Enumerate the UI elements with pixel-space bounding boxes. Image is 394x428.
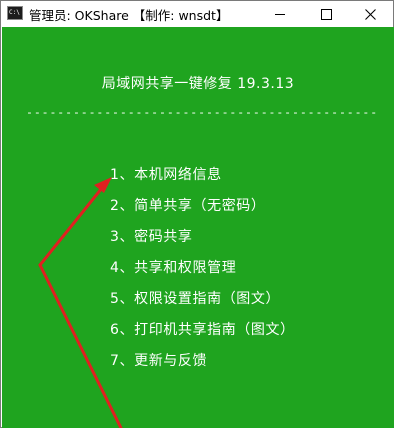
console-area[interactable]: 局域网共享一键修复 19.3.13 ----------------------…: [2, 27, 394, 428]
menu-item-network-info: 1、本机网络信息: [110, 167, 222, 183]
maximize-button[interactable]: [303, 1, 349, 27]
menu-item-permission-guide: 5、权限设置指南（图文）: [110, 291, 281, 307]
menu-item-printer-guide: 6、打印机共享指南（图文）: [110, 322, 295, 338]
menu-item-share-permissions: 4、共享和权限管理: [110, 260, 237, 276]
console-separator: ----------------------------------------…: [26, 105, 376, 119]
menu-item-password-share: 3、密码共享: [110, 229, 193, 245]
console-heading: 局域网共享一键修复 19.3.13: [101, 76, 295, 92]
console-app-icon[interactable]: C:\: [7, 6, 23, 20]
console-window: C:\ 管理员: OKShare 【制作: wnsdt】 局域网共享一键修复 1…: [0, 0, 394, 428]
maximize-icon: [320, 8, 332, 20]
window-title: 管理员: OKShare 【制作: wnsdt】: [29, 8, 229, 23]
minimize-icon: [275, 13, 285, 15]
close-icon: [364, 8, 376, 20]
close-button[interactable]: [347, 1, 393, 27]
menu-list: 1、本机网络信息 2、简单共享（无密码） 3、密码共享 4、共享和权限管理 5、…: [110, 164, 295, 381]
minimize-button[interactable]: [257, 1, 303, 27]
menu-item-simple-share: 2、简单共享（无密码）: [110, 198, 266, 214]
red-arrow-icon: [38, 177, 123, 428]
menu-item-update-feedback: 7、更新与反馈: [110, 353, 208, 369]
title-bar[interactable]: C:\ 管理员: OKShare 【制作: wnsdt】: [1, 1, 393, 27]
